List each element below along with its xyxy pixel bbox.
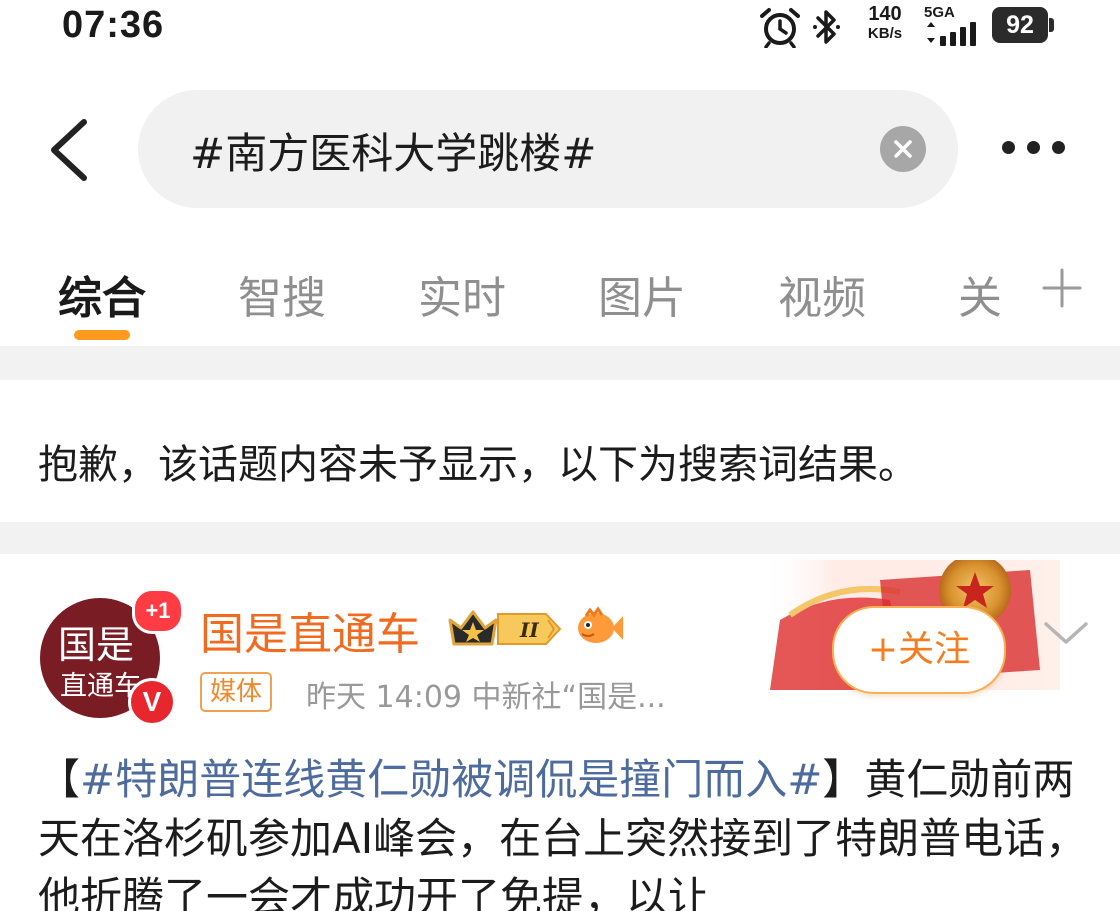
alarm-icon xyxy=(760,8,800,48)
section-divider xyxy=(0,522,1120,554)
tab-video[interactable]: 视频 xyxy=(778,262,866,326)
bluetooth-icon xyxy=(813,10,840,44)
crown-icon xyxy=(448,610,498,646)
verified-icon: V xyxy=(128,678,176,726)
tab-related[interactable]: 关 xyxy=(958,262,1002,326)
plus-icon[interactable] xyxy=(1040,266,1084,310)
search-tabs: 综合 智搜 实时 图片 视频 关 xyxy=(0,240,1120,346)
more-icon[interactable] xyxy=(996,128,1076,168)
active-tab-indicator xyxy=(74,330,130,340)
avatar-update-badge: +1 xyxy=(132,588,184,634)
author-name[interactable]: 国是直通车 xyxy=(200,598,420,662)
avatar-text: 国是 xyxy=(58,623,135,667)
battery-icon: 92 xyxy=(992,7,1056,45)
network-type: 5GA xyxy=(924,4,955,21)
search-input[interactable]: #南方医科大学跳楼# xyxy=(138,90,958,208)
tab-comprehensive[interactable]: 综合 xyxy=(58,262,146,326)
network-speed: 140 KB/s xyxy=(862,4,908,44)
bracket-open: 【 xyxy=(38,755,81,804)
bracket-close: 】 xyxy=(822,755,865,804)
section-divider xyxy=(0,346,1120,380)
avatar[interactable]: 国是 直通车 +1 V xyxy=(40,588,184,726)
hidden-topic-notice: 抱歉，该话题内容未予显示，以下为搜索词结果。 xyxy=(38,442,918,488)
tab-smart-search[interactable]: 智搜 xyxy=(238,262,326,326)
post-meta: 昨天 14:09 中新社“国是... xyxy=(306,680,666,715)
speed-unit: KB/s xyxy=(867,25,903,42)
search-results-page: 07:36 140 KB/s 5GA 92 #南方医科大学跳楼# 综合 智搜 实… xyxy=(0,0,1120,911)
tab-images[interactable]: 图片 xyxy=(598,262,686,326)
status-time: 07:36 xyxy=(62,4,165,46)
level-text: II xyxy=(519,618,539,642)
status-bar: 07:36 140 KB/s 5GA 92 xyxy=(0,0,1120,60)
level-badge: II xyxy=(497,613,562,645)
clear-icon[interactable] xyxy=(880,126,926,172)
battery-level: 92 xyxy=(992,7,1048,43)
follow-button[interactable]: +关注 xyxy=(832,606,1006,694)
fish-icon xyxy=(578,606,623,643)
chevron-down-icon[interactable] xyxy=(1040,614,1092,650)
tab-realtime[interactable]: 实时 xyxy=(418,262,506,326)
back-arrow-icon[interactable] xyxy=(40,112,100,188)
post-body: 【#特朗普连线黄仁勋被调侃是撞门而入#】黄仁勋前两天在洛杉矶参加AI峰会，在台上… xyxy=(38,750,1098,911)
media-tag: 媒体 xyxy=(200,672,273,712)
search-query[interactable]: #南方医科大学跳楼# xyxy=(190,120,596,181)
hashtag-link[interactable]: #特朗普连线黄仁勋被调侃是撞门而入# xyxy=(80,755,822,804)
speed-value: 140 xyxy=(868,3,902,25)
signal-icon: 5GA xyxy=(922,4,984,48)
